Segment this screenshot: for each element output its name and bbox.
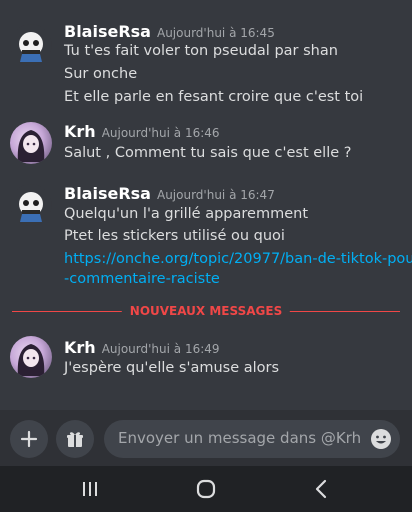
timestamp: Aujourd'hui à 16:45 xyxy=(156,26,275,40)
anime-avatar-icon xyxy=(17,130,45,162)
skull-avatar-icon xyxy=(19,192,43,222)
message-link[interactable]: -commentaire-raciste xyxy=(64,271,220,287)
avatar[interactable] xyxy=(10,184,52,226)
skull-avatar-icon xyxy=(19,32,43,62)
message-header: Krh Aujourd'hui à 16:49 xyxy=(64,338,220,357)
gift-icon xyxy=(67,432,83,447)
timestamp: Aujourd'hui à 16:47 xyxy=(156,188,275,202)
message-text: Ptet les stickers utilisé ou quoi xyxy=(64,228,285,244)
message-input-placeholder: Envoyer un message dans @Krh xyxy=(118,429,362,447)
message-text: Et elle parle en fesant croire que c'est… xyxy=(64,89,364,105)
message-link[interactable]: https://onche.org/topic/20977/ban-de-tik… xyxy=(64,251,412,267)
avatar[interactable] xyxy=(10,336,52,378)
emoji-icon[interactable] xyxy=(370,428,392,450)
new-messages-label: NOUVEAUX MESSAGES xyxy=(121,304,291,318)
avatar[interactable] xyxy=(10,122,52,164)
message-text: Sur onche xyxy=(64,66,138,82)
message-text: J'espère qu'elle s'amuse alors xyxy=(64,360,280,376)
message-text: Quelqu'un l'a grillé apparemment xyxy=(64,206,309,222)
author-name[interactable]: Krh xyxy=(64,338,96,357)
back-icon[interactable] xyxy=(310,477,334,501)
message-header: BlaiseRsa Aujourd'hui à 16:47 xyxy=(64,184,275,203)
recent-apps-icon[interactable] xyxy=(78,477,102,501)
avatar[interactable] xyxy=(10,24,52,66)
author-name[interactable]: BlaiseRsa xyxy=(64,184,151,203)
anime-avatar-icon xyxy=(17,344,45,376)
timestamp: Aujourd'hui à 16:49 xyxy=(101,342,220,356)
timestamp: Aujourd'hui à 16:46 xyxy=(101,126,220,140)
message-input[interactable]: Envoyer un message dans @Krh xyxy=(104,420,400,458)
gift-button[interactable] xyxy=(56,420,94,458)
plus-icon xyxy=(20,430,38,448)
message-text: Salut , Comment tu sais que c'est elle ? xyxy=(64,145,352,161)
add-attachment-button[interactable] xyxy=(10,420,48,458)
message-header: BlaiseRsa Aujourd'hui à 16:45 xyxy=(64,22,275,41)
home-icon[interactable] xyxy=(194,477,218,501)
author-name[interactable]: Krh xyxy=(64,122,96,141)
message-header: Krh Aujourd'hui à 16:46 xyxy=(64,122,220,141)
message-text: Tu t'es fait voler ton pseudal par shan xyxy=(64,43,338,59)
author-name[interactable]: BlaiseRsa xyxy=(64,22,151,41)
